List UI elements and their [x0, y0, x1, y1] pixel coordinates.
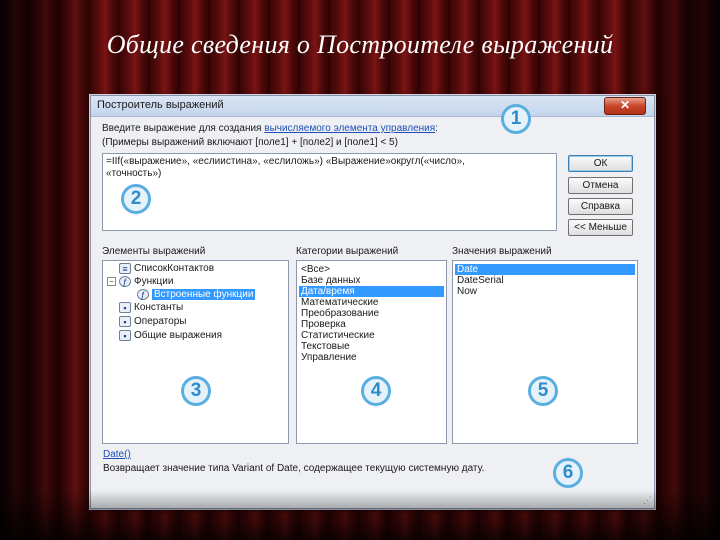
expression-values-list[interactable]: Date DateSerial Now	[452, 260, 638, 444]
categories-header: Категории выражений	[296, 246, 399, 257]
elements-header: Элементы выражений	[102, 246, 206, 257]
callout-badge-5: 5	[528, 376, 558, 406]
list-item-selected[interactable]: Date	[455, 264, 635, 275]
function-description: Возвращает значение типа Variant of Date…	[103, 463, 485, 474]
prompt-suffix: :	[435, 123, 438, 134]
tree-item-constants[interactable]: ▪ Константы	[119, 302, 183, 315]
function-icon: ƒ	[119, 276, 131, 287]
dialog-titlebar: Построитель выражений ✕	[91, 96, 654, 117]
folder-icon: ▪	[119, 316, 131, 327]
tree-item-common-expressions[interactable]: ▪ Общие выражения	[119, 330, 222, 343]
list-item[interactable]: Управление	[299, 352, 444, 363]
expression-builder-dialog: Построитель выражений ✕ Введите выражени…	[90, 95, 655, 509]
expression-categories-list[interactable]: <Все> Базе данных Дата/время Математичес…	[296, 260, 447, 444]
callout-badge-1: 1	[501, 104, 531, 134]
expression-input[interactable]: =IIf(«выражение», «еслиистина», «еслилож…	[102, 153, 557, 231]
tree-item-functions[interactable]: − ƒ Функции	[107, 276, 173, 289]
help-button[interactable]: Справка	[568, 198, 633, 215]
tree-item-builtin-functions[interactable]: ƒ Встроенные функции	[137, 289, 256, 302]
expression-elements-tree[interactable]: ≡ СписокКонтактов − ƒ Функции ƒ Встроенные ф…	[102, 260, 289, 444]
stage-floor	[0, 490, 720, 540]
folder-icon: ▪	[119, 330, 131, 341]
values-header: Значения выражений	[452, 246, 552, 257]
list-item[interactable]: Now	[455, 286, 635, 297]
list-item[interactable]: Математические	[299, 297, 444, 308]
folder-icon: ▪	[119, 302, 131, 313]
expression-prompt: Введите выражение для создания вычисляем…	[102, 123, 438, 134]
list-item[interactable]: Статистические	[299, 330, 444, 341]
dialog-title: Построитель выражений	[97, 99, 224, 111]
form-icon: ≡	[119, 263, 131, 274]
list-item[interactable]: Текстовые	[299, 341, 444, 352]
expression-line-2: «точность»)	[106, 168, 162, 179]
list-item[interactable]: <Все>	[299, 264, 444, 275]
collapse-icon[interactable]: −	[107, 277, 116, 286]
list-item-selected[interactable]: Дата/время	[299, 286, 444, 297]
list-item[interactable]: Базе данных	[299, 275, 444, 286]
slide-title: Общие сведения о Построителе выражений	[106, 30, 614, 59]
callout-badge-6: 6	[553, 458, 583, 488]
calculated-control-link[interactable]: вычисляемого элемента управления	[264, 123, 435, 134]
less-button[interactable]: << Меньше	[568, 219, 633, 236]
list-item[interactable]: Преобразование	[299, 308, 444, 319]
list-item[interactable]: Проверка	[299, 319, 444, 330]
function-syntax-link[interactable]: Date()	[103, 449, 131, 460]
callout-badge-4: 4	[361, 376, 391, 406]
callout-badge-3: 3	[181, 376, 211, 406]
cancel-button[interactable]: Отмена	[568, 177, 633, 194]
tree-item-contacts[interactable]: ≡ СписокКонтактов	[119, 263, 214, 276]
expression-line-1: =IIf(«выражение», «еслиистина», «еслилож…	[106, 156, 465, 167]
tree-item-operators[interactable]: ▪ Операторы	[119, 316, 186, 329]
examples-text: (Примеры выражений включают [поле1] + [п…	[102, 137, 398, 148]
function-icon: ƒ	[137, 289, 149, 300]
callout-badge-2: 2	[121, 184, 151, 214]
prompt-prefix: Введите выражение для создания	[102, 123, 265, 134]
list-item[interactable]: DateSerial	[455, 275, 635, 286]
ok-button[interactable]: ОК	[568, 155, 633, 172]
close-button[interactable]: ✕	[604, 97, 646, 115]
